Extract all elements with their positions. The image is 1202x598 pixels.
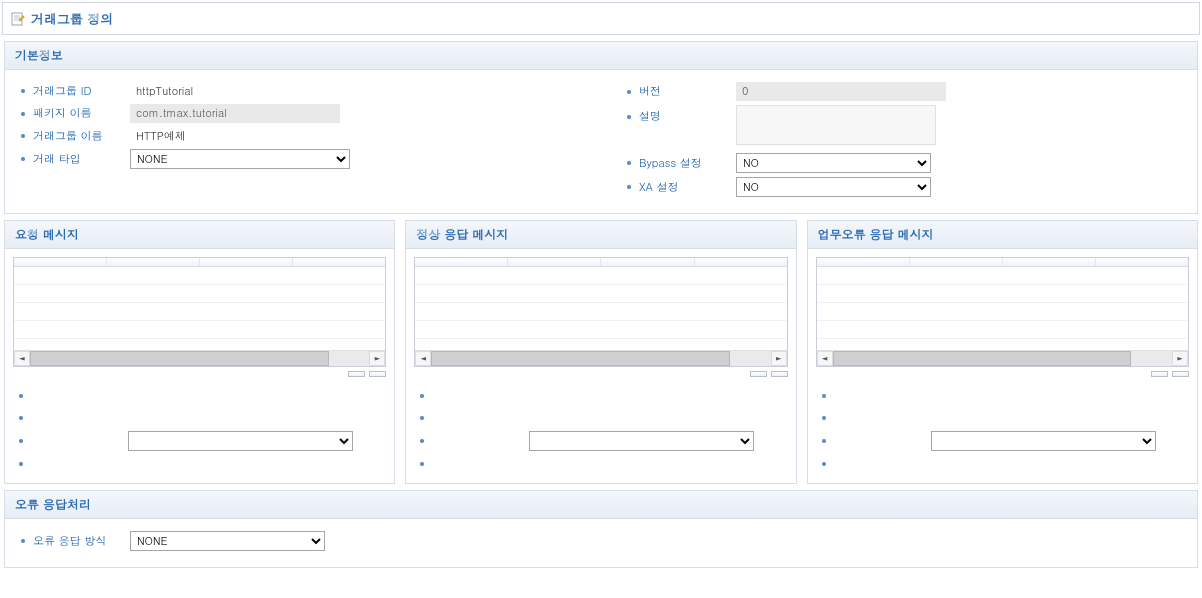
bizerror-message-panel: 업무오류 응답 메시지 ◄ ► (807, 220, 1198, 484)
scroll-right-icon[interactable]: ► (771, 351, 787, 366)
col-name[interactable] (14, 258, 107, 266)
scroll-thumb[interactable] (30, 351, 329, 366)
value-version: 0 (736, 82, 946, 101)
table-row[interactable] (817, 321, 1188, 339)
label-group-id: 거래그룹 ID (33, 84, 91, 99)
select-tx-type[interactable]: NONE (130, 149, 350, 169)
horizontal-scrollbar[interactable]: ◄ ► (14, 350, 385, 366)
label-package: 패키지 이름 (33, 106, 92, 121)
label-xa: XA 설정 (639, 180, 679, 195)
request-header: 요청 메시지 (5, 221, 394, 249)
select-xa[interactable]: NO (736, 177, 931, 197)
scroll-thumb[interactable] (431, 351, 730, 366)
basic-info-header: 기본정보 (5, 42, 1197, 70)
select-bypass[interactable]: NO (736, 153, 931, 173)
scroll-right-icon[interactable]: ► (369, 351, 385, 366)
request-grid: ◄ ► (13, 257, 386, 367)
basic-left-column: 거래그룹 ID httpTutorial 패키지 이름 com.tmax.tut… (15, 80, 581, 199)
value-package: com.tmax.tutorial (130, 104, 340, 123)
page-title: 거래그룹 정의 (31, 9, 113, 28)
label-version: 버전 (639, 84, 661, 99)
page-header: 거래그룹 정의 (2, 2, 1200, 35)
select-response-group[interactable] (529, 431, 754, 451)
select-request-group[interactable] (128, 431, 353, 451)
basic-info-panel: 기본정보 거래그룹 ID httpTutorial 패키지 이름 com.tma… (4, 41, 1198, 214)
col-type-id[interactable] (1003, 258, 1096, 266)
col-array-sel[interactable] (695, 258, 787, 266)
delete-button[interactable] (369, 371, 386, 377)
table-row[interactable] (415, 321, 786, 339)
label-desc: 설명 (639, 109, 661, 124)
col-type-id[interactable] (601, 258, 694, 266)
table-row[interactable] (14, 303, 385, 321)
label-tx-type: 거래 타입 (33, 152, 81, 167)
response-message-panel: 정상 응답 메시지 ◄ ► (405, 220, 796, 484)
label-error-method: 오류 응답 방식 (33, 534, 106, 549)
bizerror-grid: ◄ ► (816, 257, 1189, 367)
response-header: 정상 응답 메시지 (406, 221, 795, 249)
col-name[interactable] (817, 258, 910, 266)
select-error-method[interactable]: NONE (130, 531, 325, 551)
scroll-left-icon[interactable]: ◄ (14, 351, 30, 366)
table-row[interactable] (817, 267, 1188, 285)
col-msg-id[interactable] (910, 258, 1003, 266)
table-row[interactable] (415, 303, 786, 321)
label-bypass: Bypass 설정 (639, 156, 702, 171)
error-handling-header: 오류 응답처리 (5, 491, 1197, 519)
edit-icon (11, 12, 25, 26)
col-msg-id[interactable] (508, 258, 601, 266)
add-button[interactable] (1151, 371, 1168, 377)
delete-button[interactable] (771, 371, 788, 377)
select-bizerror-group[interactable] (931, 431, 1156, 451)
delete-button[interactable] (1172, 371, 1189, 377)
value-group-id: httpTutorial (130, 84, 193, 99)
table-row[interactable] (415, 285, 786, 303)
col-type-id[interactable] (200, 258, 293, 266)
table-row[interactable] (14, 285, 385, 303)
horizontal-scrollbar[interactable]: ◄ ► (415, 350, 786, 366)
scroll-left-icon[interactable]: ◄ (415, 351, 431, 366)
col-array-sel[interactable] (293, 258, 385, 266)
message-panels-row: 요청 메시지 ◄ ► (4, 220, 1198, 484)
table-row[interactable] (817, 285, 1188, 303)
bizerror-header: 업무오류 응답 메시지 (808, 221, 1197, 249)
col-array-sel[interactable] (1096, 258, 1188, 266)
scroll-left-icon[interactable]: ◄ (817, 351, 833, 366)
add-button[interactable] (348, 371, 365, 377)
value-group-name: HTTP예제 (130, 129, 186, 144)
col-msg-id[interactable] (107, 258, 200, 266)
horizontal-scrollbar[interactable]: ◄ ► (817, 350, 1188, 366)
response-grid: ◄ ► (414, 257, 787, 367)
add-button[interactable] (750, 371, 767, 377)
table-row[interactable] (14, 321, 385, 339)
col-name[interactable] (415, 258, 508, 266)
table-row[interactable] (415, 267, 786, 285)
textarea-desc[interactable] (736, 105, 936, 145)
error-handling-panel: 오류 응답처리 오류 응답 방식 NONE (4, 490, 1198, 568)
table-row[interactable] (817, 303, 1188, 321)
scroll-right-icon[interactable]: ► (1172, 351, 1188, 366)
scroll-thumb[interactable] (833, 351, 1132, 366)
table-row[interactable] (14, 267, 385, 285)
label-group-name: 거래그룹 이름 (33, 129, 103, 144)
request-message-panel: 요청 메시지 ◄ ► (4, 220, 395, 484)
basic-right-column: 버전 0 설명 Bypass 설정 NO XA 설정 (621, 80, 1187, 199)
